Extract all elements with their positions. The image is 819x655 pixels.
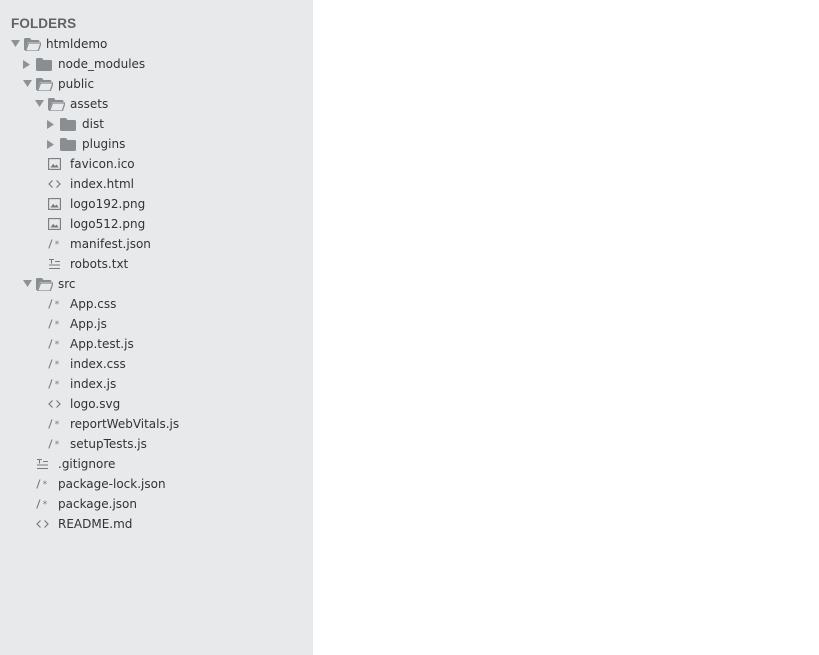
svg-text:*: *: [54, 320, 59, 330]
comment-file-icon: *: [48, 294, 64, 314]
file-row[interactable]: index.html: [0, 174, 313, 194]
file-row[interactable]: * reportWebVitals.js: [0, 414, 313, 434]
svg-text:*: *: [54, 240, 59, 250]
svg-text:*: *: [54, 440, 59, 450]
file-row[interactable]: logo.svg: [0, 394, 313, 414]
code-file-icon: [48, 174, 64, 194]
folder-label: htmldemo: [46, 37, 108, 51]
svg-text:*: *: [42, 500, 47, 510]
folder-label: src: [58, 277, 76, 291]
file-row[interactable]: * App.css: [0, 294, 313, 314]
folder-open-icon: [36, 274, 53, 294]
file-row[interactable]: * index.css: [0, 354, 313, 374]
file-row[interactable]: README.md: [0, 514, 313, 534]
file-label: logo192.png: [70, 197, 146, 211]
expanded-arrow-icon[interactable]: [23, 74, 32, 94]
folder-label: dist: [82, 117, 104, 131]
file-row[interactable]: .gitignore: [0, 454, 313, 474]
file-label: App.test.js: [70, 337, 134, 351]
file-label: index.html: [70, 177, 134, 191]
comment-file-icon: *: [36, 474, 52, 494]
file-tree: htmldemo node_modulespublic assets dist plug…: [0, 34, 313, 534]
folder-row[interactable]: htmldemo: [0, 34, 313, 54]
file-row[interactable]: robots.txt: [0, 254, 313, 274]
expanded-arrow-icon[interactable]: [23, 274, 32, 294]
comment-file-icon: *: [48, 334, 64, 354]
svg-text:*: *: [42, 480, 47, 490]
file-row[interactable]: * package.json: [0, 494, 313, 514]
folder-label: public: [58, 77, 95, 91]
file-label: manifest.json: [70, 237, 151, 251]
file-label: logo512.png: [70, 217, 146, 231]
folder-row[interactable]: src: [0, 274, 313, 294]
file-row[interactable]: * package-lock.json: [0, 474, 313, 494]
file-row[interactable]: favicon.ico: [0, 154, 313, 174]
collapsed-arrow-icon[interactable]: [47, 114, 55, 134]
file-label: logo.svg: [70, 397, 121, 411]
file-row[interactable]: * index.js: [0, 374, 313, 394]
comment-file-icon: *: [48, 434, 64, 454]
file-label: package-lock.json: [58, 477, 166, 491]
folder-row[interactable]: dist: [0, 114, 313, 134]
file-label: .gitignore: [58, 457, 116, 471]
folder-label: node_modules: [58, 57, 146, 71]
comment-file-icon: *: [48, 374, 64, 394]
expanded-arrow-icon[interactable]: [35, 94, 44, 114]
file-label: index.css: [70, 357, 126, 371]
svg-text:*: *: [54, 300, 59, 310]
folder-row[interactable]: node_modules: [0, 54, 313, 74]
svg-text:*: *: [54, 380, 59, 390]
folder-open-icon: [24, 34, 41, 54]
expanded-arrow-icon[interactable]: [11, 34, 20, 54]
file-row[interactable]: logo512.png: [0, 214, 313, 234]
file-row[interactable]: * setupTests.js: [0, 434, 313, 454]
image-file-icon: [48, 154, 64, 174]
folders-header: FOLDERS: [11, 16, 77, 31]
folder-icon: [60, 134, 76, 154]
file-label: README.md: [58, 517, 133, 531]
svg-text:*: *: [54, 340, 59, 350]
sidebar: FOLDERS htmldemo node_modulespublic assets…: [0, 0, 313, 655]
file-label: package.json: [58, 497, 138, 511]
svg-text:*: *: [54, 420, 59, 430]
svg-text:*: *: [54, 360, 59, 370]
file-row[interactable]: * App.test.js: [0, 334, 313, 354]
file-label: App.css: [70, 297, 117, 311]
folder-row[interactable]: assets: [0, 94, 313, 114]
collapsed-arrow-icon[interactable]: [23, 54, 31, 74]
comment-file-icon: *: [48, 354, 64, 374]
folder-row[interactable]: plugins: [0, 134, 313, 154]
file-label: reportWebVitals.js: [70, 417, 180, 431]
file-label: favicon.ico: [70, 157, 135, 171]
folder-label: plugins: [82, 137, 126, 151]
file-label: setupTests.js: [70, 437, 147, 451]
folder-open-icon: [48, 94, 65, 114]
comment-file-icon: *: [48, 234, 64, 254]
comment-file-icon: *: [36, 494, 52, 514]
folder-open-icon: [36, 74, 53, 94]
file-row[interactable]: logo192.png: [0, 194, 313, 214]
folder-label: assets: [70, 97, 109, 111]
comment-file-icon: *: [48, 414, 64, 434]
code-file-icon: [48, 394, 64, 414]
file-label: App.js: [70, 317, 107, 331]
text-file-icon: [48, 254, 64, 274]
code-file-icon: [36, 514, 52, 534]
folder-row[interactable]: public: [0, 74, 313, 94]
collapsed-arrow-icon[interactable]: [47, 134, 55, 154]
file-label: robots.txt: [70, 257, 129, 271]
folder-icon: [60, 114, 76, 134]
image-file-icon: [48, 214, 64, 234]
text-file-icon: [36, 454, 52, 474]
file-row[interactable]: * manifest.json: [0, 234, 313, 254]
folder-icon: [36, 54, 52, 74]
file-row[interactable]: * App.js: [0, 314, 313, 334]
image-file-icon: [48, 194, 64, 214]
file-label: index.js: [70, 377, 117, 391]
comment-file-icon: *: [48, 314, 64, 334]
